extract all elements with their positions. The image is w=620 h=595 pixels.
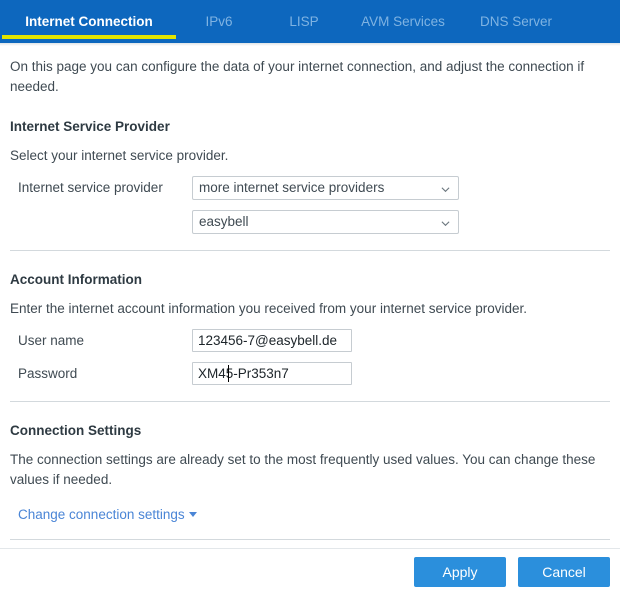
form-row-provider: Internet service provider more internet …	[10, 175, 610, 200]
provider-select[interactable]: more internet service providers	[192, 175, 459, 200]
provider-label: Internet service provider	[18, 180, 163, 196]
connection-section: Connection Settings The connection setti…	[0, 423, 620, 522]
divider-wrap-1	[0, 249, 620, 251]
change-connection-settings-label: Change connection settings	[18, 506, 185, 522]
divider-wrap-2	[0, 401, 620, 402]
apply-button[interactable]: Apply	[414, 557, 506, 587]
page-intro-text: On this page you can configure the data …	[10, 59, 585, 95]
tab-avm-services[interactable]: AVM Services	[348, 0, 458, 43]
section-desc-connection: The connection settings are already set …	[10, 452, 596, 488]
tab-label: AVM Services	[361, 14, 445, 29]
form-row-subprovider: easybell	[10, 209, 610, 234]
section-divider	[10, 401, 610, 402]
section-divider	[10, 249, 610, 251]
tab-label: LISP	[289, 14, 319, 29]
account-section: Account Information Enter the internet a…	[0, 272, 620, 385]
section-divider	[10, 538, 610, 540]
password-field-wrapper	[192, 362, 352, 385]
tab-dns-server[interactable]: DNS Server	[458, 0, 574, 43]
text-cursor	[228, 365, 229, 382]
subprovider-select-wrapper: easybell	[192, 209, 459, 234]
section-desc-account: Enter the internet account information y…	[10, 300, 528, 316]
divider-wrap-3	[0, 538, 620, 540]
section-title-connection: Connection Settings	[10, 423, 142, 438]
tab-internet-connection[interactable]: Internet Connection	[0, 0, 178, 43]
tab-label: IPv6	[205, 14, 233, 29]
password-label: Password	[18, 366, 78, 381]
section-title-account: Account Information	[10, 271, 142, 287]
tab-label: Internet Connection	[25, 14, 153, 29]
form-row-password: Password	[10, 362, 610, 385]
tab-lisp[interactable]: LISP	[260, 0, 348, 43]
change-connection-settings-link[interactable]: Change connection settings	[18, 507, 197, 522]
username-input[interactable]	[192, 329, 352, 352]
caret-down-icon	[188, 511, 197, 517]
tab-ipv6[interactable]: IPv6	[178, 0, 260, 43]
tab-bar-shadow	[0, 43, 620, 46]
change-settings-row: Change connection settings	[10, 507, 610, 522]
form-row-username: User name	[10, 329, 610, 352]
cancel-button[interactable]: Cancel	[518, 557, 610, 587]
password-input[interactable]	[192, 362, 352, 385]
footer-bar: Apply Cancel	[0, 548, 620, 595]
page-content: On this page you can configure the data …	[0, 57, 620, 234]
tab-label: DNS Server	[479, 14, 552, 29]
section-desc-isp: Select your internet service provider.	[10, 147, 229, 163]
provider-select-wrapper: more internet service providers	[192, 175, 459, 200]
username-label: User name	[18, 333, 85, 348]
tab-bar: Internet Connection IPv6 LISP AVM Servic…	[0, 0, 620, 43]
subprovider-select[interactable]: easybell	[192, 209, 459, 234]
active-tab-underline	[2, 35, 176, 39]
section-title-isp: Internet Service Provider	[10, 118, 170, 134]
